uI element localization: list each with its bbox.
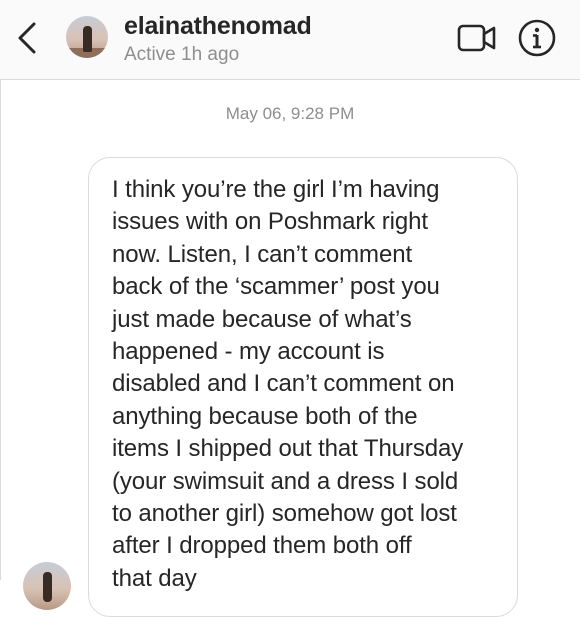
chat-header: elainathenomad Active 1h ago: [0, 0, 580, 80]
message-line: to another girl) somehow got lost: [112, 500, 457, 528]
message-timestamp: May 06, 9:28 PM: [225, 104, 355, 123]
message-line: now. Listen, I can’t comment: [112, 240, 413, 268]
back-button[interactable]: [12, 20, 44, 56]
divider: [0, 80, 1, 580]
info-button[interactable]: [517, 18, 557, 58]
sender-avatar[interactable]: [23, 562, 71, 610]
message-bubble[interactable]: I think you’re the girl I’m having issue…: [88, 157, 518, 617]
video-camera-icon: [457, 24, 496, 52]
message-text: I think you’re the girl I’m having issue…: [112, 174, 499, 595]
avatar[interactable]: [66, 16, 108, 58]
message-line: issues with on Poshmark right: [112, 208, 428, 236]
message-line: happened - my account is: [112, 338, 385, 366]
active-status: Active 1h ago: [124, 44, 240, 65]
video-call-button[interactable]: [456, 20, 498, 56]
message-line: items I shipped out that Thursday: [112, 435, 464, 463]
chevron-left-icon: [18, 22, 36, 54]
message-line: anything because both of the: [112, 402, 418, 430]
message-line: that day: [112, 564, 197, 592]
message-line: disabled and I can’t comment on: [112, 370, 455, 398]
username[interactable]: elainathenomad: [124, 12, 312, 41]
message-line: I think you’re the girl I’m having: [112, 176, 440, 203]
message-line: after I dropped them both off: [112, 532, 412, 560]
info-circle-icon: [518, 19, 556, 57]
message-line: (your swimsuit and a dress I sold: [112, 467, 459, 495]
message-line: just made because of what’s: [112, 305, 412, 333]
message-line: back of the ‘scammer’ post you: [112, 273, 440, 301]
